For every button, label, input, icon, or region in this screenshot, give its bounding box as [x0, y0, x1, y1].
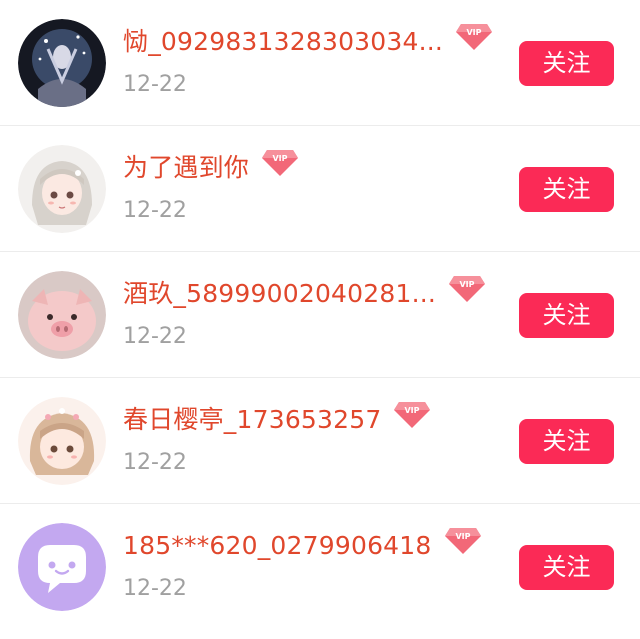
vip-label: VIP	[455, 532, 470, 541]
follow-date: 12-22	[123, 576, 187, 601]
username[interactable]: 185***620_0279906418	[123, 526, 432, 566]
username[interactable]: 恸_0929831328303034...	[123, 22, 443, 62]
vip-badge-icon: VIP	[455, 21, 493, 51]
follow-button[interactable]: 关注	[519, 293, 614, 338]
follow-date: 12-22	[123, 324, 187, 349]
list-item[interactable]: 春日樱亭_173653257 VIP 12-22 关注	[0, 378, 640, 504]
vip-label: VIP	[460, 280, 475, 289]
username-line: 为了遇到你 VIP	[123, 148, 299, 188]
vip-label: VIP	[405, 406, 420, 415]
anime-girl-avatar-icon[interactable]	[18, 145, 106, 233]
list-item[interactable]: 酒玖_58999002040281... VIP 12-22 关注	[0, 252, 640, 378]
username-line: 酒玖_58999002040281... VIP	[123, 274, 486, 314]
follow-button[interactable]: 关注	[519, 545, 614, 590]
vip-badge-icon: VIP	[261, 147, 299, 177]
follow-button[interactable]: 关注	[519, 419, 614, 464]
vip-badge-icon: VIP	[448, 273, 486, 303]
anime-scene-avatar-icon[interactable]	[18, 19, 106, 107]
follow-list: 恸_0929831328303034... VIP 12-22 关注 为了遇到你…	[0, 0, 640, 639]
follow-date: 12-22	[123, 198, 187, 223]
username-line: 春日樱亭_173653257 VIP	[123, 400, 431, 440]
follow-button[interactable]: 关注	[519, 167, 614, 212]
list-item[interactable]: 为了遇到你 VIP 12-22 关注	[0, 126, 640, 252]
vip-label: VIP	[273, 154, 288, 163]
follow-date: 12-22	[123, 72, 187, 97]
vip-label: VIP	[467, 28, 482, 37]
username-line: 185***620_0279906418 VIP	[123, 526, 482, 566]
list-item[interactable]: 恸_0929831328303034... VIP 12-22 关注	[0, 0, 640, 126]
username[interactable]: 为了遇到你	[123, 148, 249, 188]
chat-bubble-default-avatar-icon[interactable]	[18, 523, 106, 611]
vip-badge-icon: VIP	[393, 399, 431, 429]
username-line: 恸_0929831328303034... VIP	[123, 22, 493, 62]
list-item[interactable]: 185***620_0279906418 VIP 12-22 关注	[0, 504, 640, 639]
username[interactable]: 春日樱亭_173653257	[123, 400, 381, 440]
follow-button[interactable]: 关注	[519, 41, 614, 86]
pink-pig-plush-avatar-icon[interactable]	[18, 271, 106, 359]
follow-date: 12-22	[123, 450, 187, 475]
vip-badge-icon: VIP	[444, 525, 482, 555]
username[interactable]: 酒玖_58999002040281...	[123, 274, 436, 314]
chibi-girl-avatar-icon[interactable]	[18, 397, 106, 485]
